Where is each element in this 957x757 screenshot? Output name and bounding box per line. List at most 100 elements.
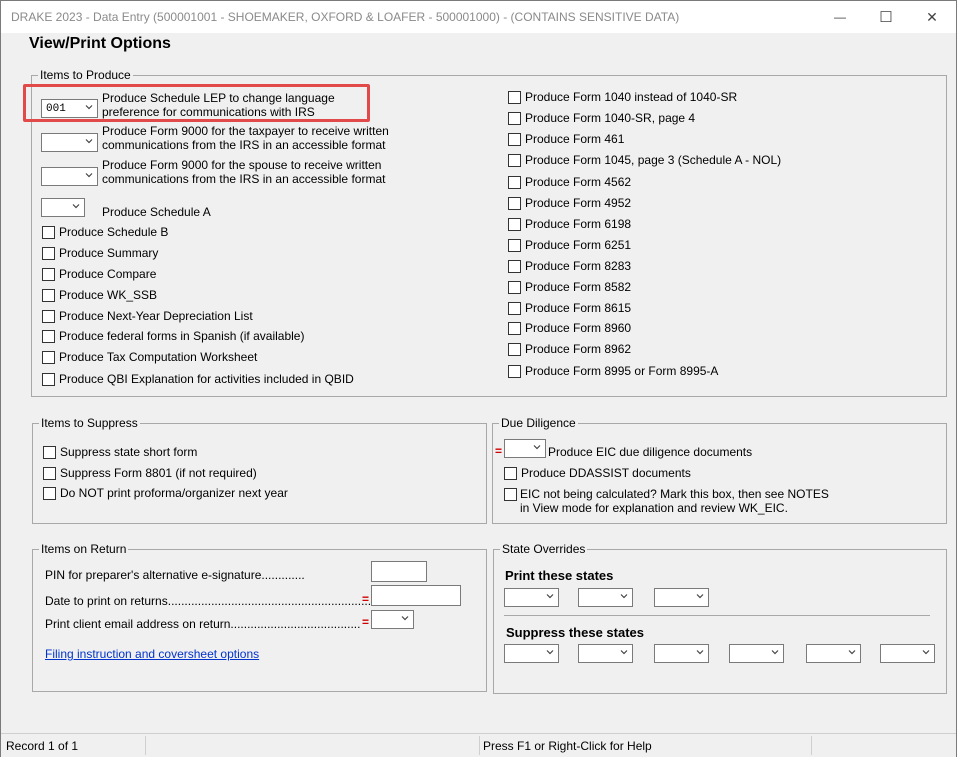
- form9000-spouse-select[interactable]: [41, 167, 98, 186]
- schedule-lep-select[interactable]: 001: [41, 99, 98, 118]
- print-states-heading: Print these states: [505, 568, 614, 583]
- status-divider: [811, 736, 812, 755]
- checkbox-box[interactable]: [508, 175, 521, 189]
- schedule-a-select[interactable]: [41, 198, 85, 217]
- maximize-button[interactable]: ☐: [863, 1, 909, 33]
- suppress-state-select-4[interactable]: [729, 644, 784, 663]
- checkbox-produce-qbi-explanation[interactable]: Produce QBI Explanation for activities i…: [42, 372, 354, 386]
- suppress-state-select-3[interactable]: [654, 644, 709, 663]
- required-marker: =: [362, 615, 370, 629]
- checkbox-form-8962[interactable]: Produce Form 8962: [508, 342, 631, 356]
- chevron-down-icon: [620, 650, 628, 655]
- checkbox-box[interactable]: [508, 217, 521, 231]
- filing-instruction-link[interactable]: Filing instruction and coversheet option…: [45, 647, 259, 661]
- date-input[interactable]: [371, 585, 461, 606]
- checkbox-form-1040sr-p4[interactable]: Produce Form 1040-SR, page 4: [508, 111, 695, 125]
- required-marker: =: [495, 444, 503, 458]
- suppress-states-heading: Suppress these states: [506, 625, 645, 640]
- suppress-state-select-2[interactable]: [578, 644, 633, 663]
- checkbox-box[interactable]: [42, 225, 55, 239]
- checkbox-form-8615[interactable]: Produce Form 8615: [508, 301, 631, 315]
- chevron-down-icon: [620, 594, 628, 599]
- status-bar: Record 1 of 1 Press F1 or Right-Click fo…: [1, 733, 956, 757]
- checkbox-form-8960[interactable]: Produce Form 8960: [508, 321, 631, 335]
- chevron-down-icon: [848, 650, 856, 655]
- checkbox-form-1040[interactable]: Produce Form 1040 instead of 1040-SR: [508, 90, 737, 104]
- checkbox-form-8582[interactable]: Produce Form 8582: [508, 280, 631, 294]
- page-title: View/Print Options: [29, 35, 171, 52]
- checkbox-produce-summary[interactable]: Produce Summary: [42, 246, 158, 260]
- pin-input[interactable]: [371, 561, 427, 582]
- checkbox-box[interactable]: [508, 153, 521, 167]
- schedule-lep-label: Produce Schedule LEP to change language …: [102, 91, 335, 119]
- checkbox-box[interactable]: [42, 350, 55, 364]
- checkbox-form-4952[interactable]: Produce Form 4952: [508, 196, 631, 210]
- close-button[interactable]: ✕: [909, 1, 955, 33]
- checkbox-box[interactable]: [42, 372, 55, 386]
- checkbox-box[interactable]: [43, 445, 56, 459]
- checkbox-box[interactable]: [42, 309, 55, 323]
- checkbox-box[interactable]: [43, 486, 56, 500]
- checkbox-produce-compare[interactable]: Produce Compare: [42, 267, 156, 281]
- checkbox-box[interactable]: [508, 301, 521, 315]
- checkbox-suppress-form-8801[interactable]: Suppress Form 8801 (if not required): [43, 466, 257, 480]
- checkbox-box[interactable]: [508, 259, 521, 273]
- checkbox-ddassist[interactable]: Produce DDASSIST documents: [504, 466, 691, 480]
- checkbox-box[interactable]: [42, 267, 55, 281]
- checkbox-box[interactable]: [508, 132, 521, 146]
- checkbox-box[interactable]: [508, 280, 521, 294]
- checkbox-box[interactable]: [508, 111, 521, 125]
- checkbox-no-proforma[interactable]: Do NOT print proforma/organizer next yea…: [43, 486, 288, 500]
- checkbox-form-8995[interactable]: Produce Form 8995 or Form 8995-A: [508, 364, 718, 378]
- checkbox-box[interactable]: [504, 466, 517, 480]
- state-overrides-divider: [504, 615, 930, 616]
- eic-due-diligence-select[interactable]: [504, 439, 546, 458]
- checkbox-form-8283[interactable]: Produce Form 8283: [508, 259, 631, 273]
- chevron-down-icon: [72, 204, 80, 209]
- print-state-select-3[interactable]: [654, 588, 709, 607]
- window-title: DRAKE 2023 - Data Entry (500001001 - SHO…: [11, 10, 680, 24]
- chevron-down-icon: [85, 173, 93, 178]
- chevron-down-icon: [546, 650, 554, 655]
- group-label-due-diligence: Due Diligence: [499, 416, 578, 430]
- email-select[interactable]: [371, 610, 414, 629]
- checkbox-form-461[interactable]: Produce Form 461: [508, 132, 624, 146]
- pin-label: PIN for preparer's alternative e-signatu…: [45, 568, 305, 582]
- suppress-state-select-5[interactable]: [806, 644, 861, 663]
- checkbox-box[interactable]: [508, 90, 521, 104]
- checkbox-produce-spanish[interactable]: Produce federal forms in Spanish (if ava…: [42, 329, 304, 343]
- maximize-icon: ☐: [879, 9, 893, 26]
- checkbox-box[interactable]: [42, 246, 55, 260]
- checkbox-box[interactable]: [42, 329, 55, 343]
- suppress-state-select-1[interactable]: [504, 644, 559, 663]
- chevron-down-icon: [401, 616, 409, 621]
- checkbox-box[interactable]: [42, 288, 55, 302]
- checkbox-box[interactable]: [508, 196, 521, 210]
- checkbox-box[interactable]: [43, 466, 56, 480]
- print-state-select-1[interactable]: [504, 588, 559, 607]
- checkbox-eic-not-calculated[interactable]: [504, 488, 521, 501]
- checkbox-box[interactable]: [508, 342, 521, 356]
- checkbox-box[interactable]: [508, 238, 521, 252]
- required-marker: =: [362, 592, 370, 606]
- checkbox-form-4562[interactable]: Produce Form 4562: [508, 175, 631, 189]
- schedule-a-label: Produce Schedule A: [102, 205, 211, 219]
- print-state-select-2[interactable]: [578, 588, 633, 607]
- checkbox-form-1045[interactable]: Produce Form 1045, page 3 (Schedule A - …: [508, 153, 781, 167]
- minimize-button[interactable]: —: [817, 1, 863, 33]
- checkbox-produce-depreciation-list[interactable]: Produce Next-Year Depreciation List: [42, 309, 253, 323]
- suppress-state-select-6[interactable]: [880, 644, 935, 663]
- form9000-taxpayer-select[interactable]: [41, 133, 98, 152]
- checkbox-box[interactable]: [508, 321, 521, 335]
- checkbox-box[interactable]: [504, 488, 517, 501]
- checkbox-box[interactable]: [508, 364, 521, 378]
- checkbox-suppress-state-short-form[interactable]: Suppress state short form: [43, 445, 197, 459]
- checkbox-produce-schedule-b[interactable]: Produce Schedule B: [42, 225, 168, 239]
- checkbox-form-6251[interactable]: Produce Form 6251: [508, 238, 631, 252]
- checkbox-form-6198[interactable]: Produce Form 6198: [508, 217, 631, 231]
- group-label-items-on-return: Items on Return: [39, 542, 129, 556]
- date-label: Date to print on returns................…: [45, 594, 372, 608]
- email-label: Print client email address on return....…: [45, 617, 361, 631]
- checkbox-produce-wk-ssb[interactable]: Produce WK_SSB: [42, 288, 157, 302]
- checkbox-produce-tax-computation[interactable]: Produce Tax Computation Worksheet: [42, 350, 257, 364]
